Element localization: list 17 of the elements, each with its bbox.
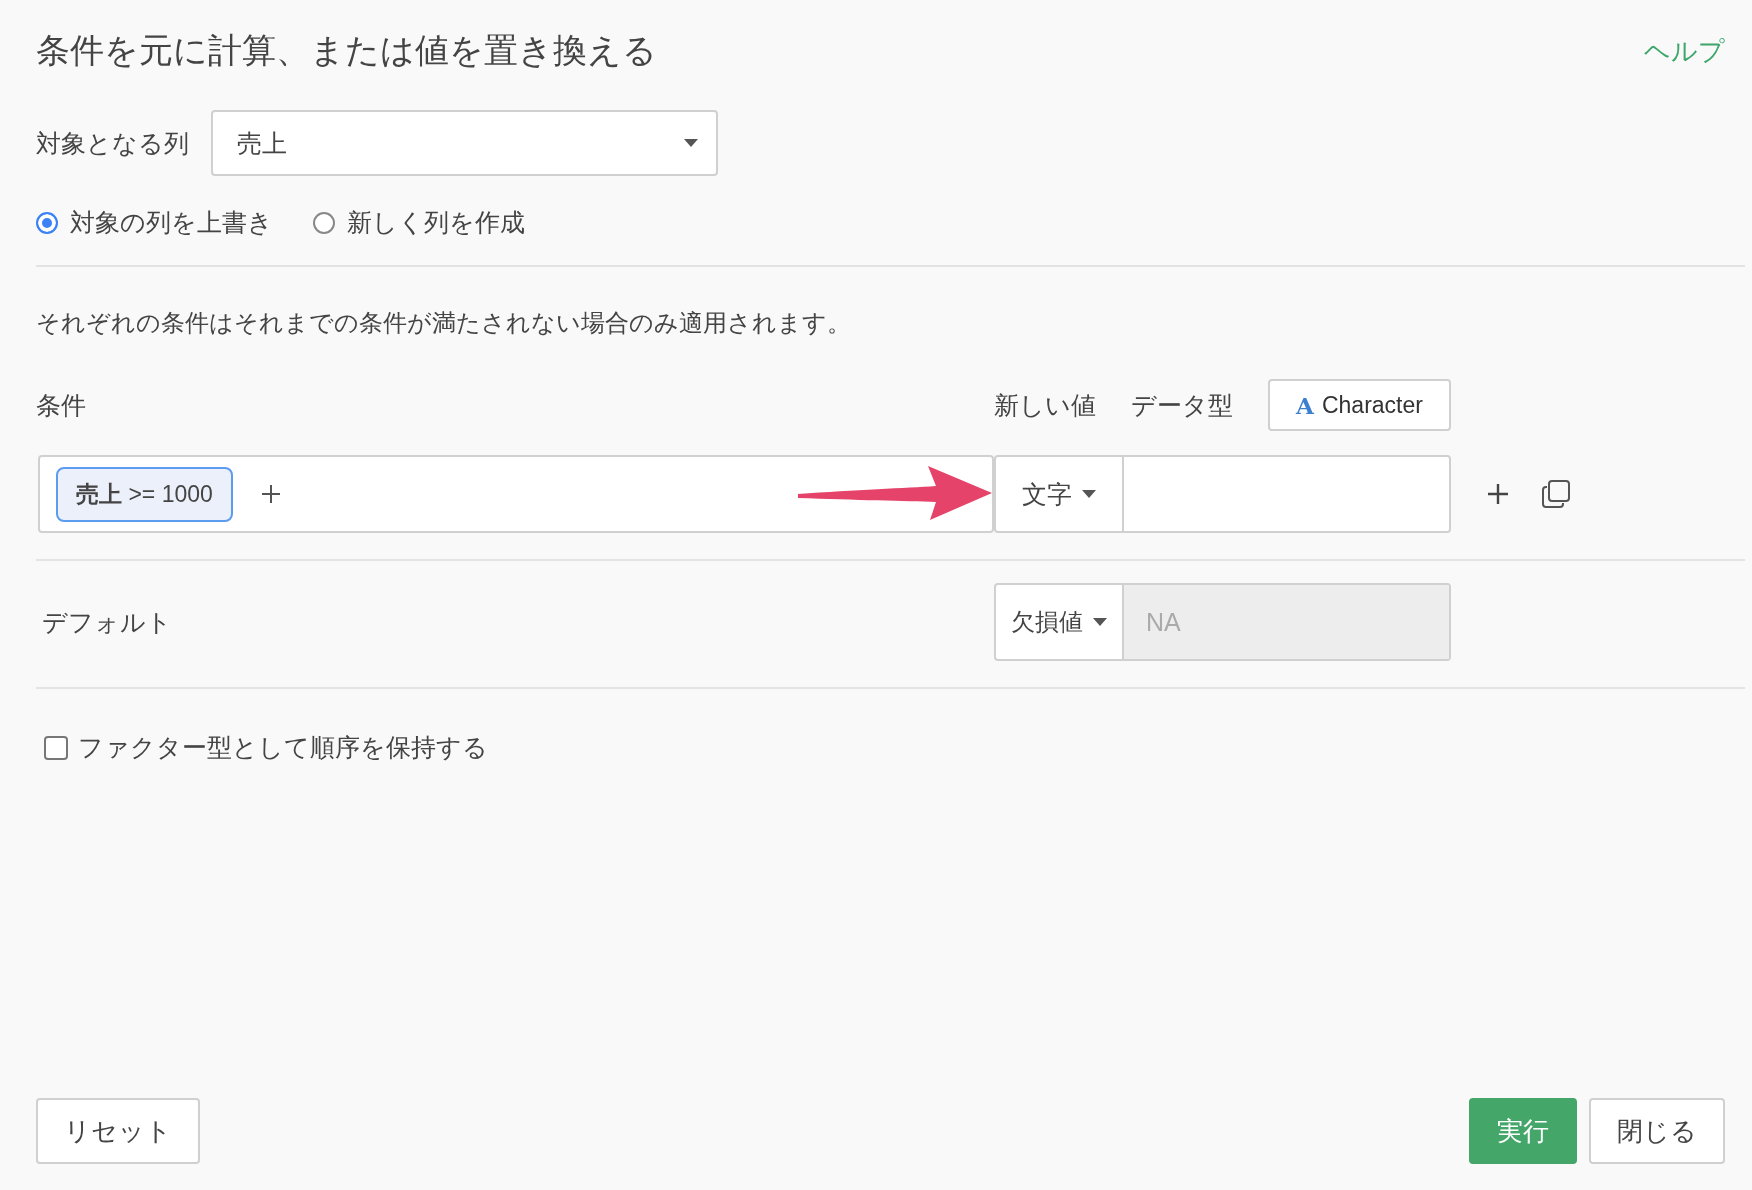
note-text: それぞれの条件はそれまでの条件が満たされない場合のみ適用されます。 (36, 308, 852, 338)
condition-chip[interactable]: 売上 >= 1000 (56, 466, 233, 522)
radio-option[interactable]: 新しく列を作成 (313, 206, 525, 239)
reset-button[interactable]: リセット (36, 1098, 200, 1164)
keep-factor-order-checkbox[interactable]: ファクター型として順序を保持する (36, 731, 1745, 764)
radio-option[interactable]: 対象の列を上書き (36, 206, 273, 239)
data-type-label: データ型 (1131, 389, 1233, 421)
condition-field[interactable]: 売上 >= 1000 (38, 455, 994, 533)
target-column-select[interactable]: 売上 (211, 110, 718, 176)
target-column-label: 対象となる列 (36, 127, 189, 159)
close-button[interactable]: 閉じる (1589, 1098, 1725, 1164)
condition-label: 条件 (36, 389, 87, 421)
data-type-button[interactable]: A Character (1268, 379, 1451, 431)
value-field[interactable]: 文字 (994, 455, 1451, 533)
new-value-label: 新しい値 (994, 389, 1096, 421)
default-label: デフォルト (41, 606, 173, 638)
dialog-title: 条件を元に計算、または値を置き換える (36, 30, 657, 71)
